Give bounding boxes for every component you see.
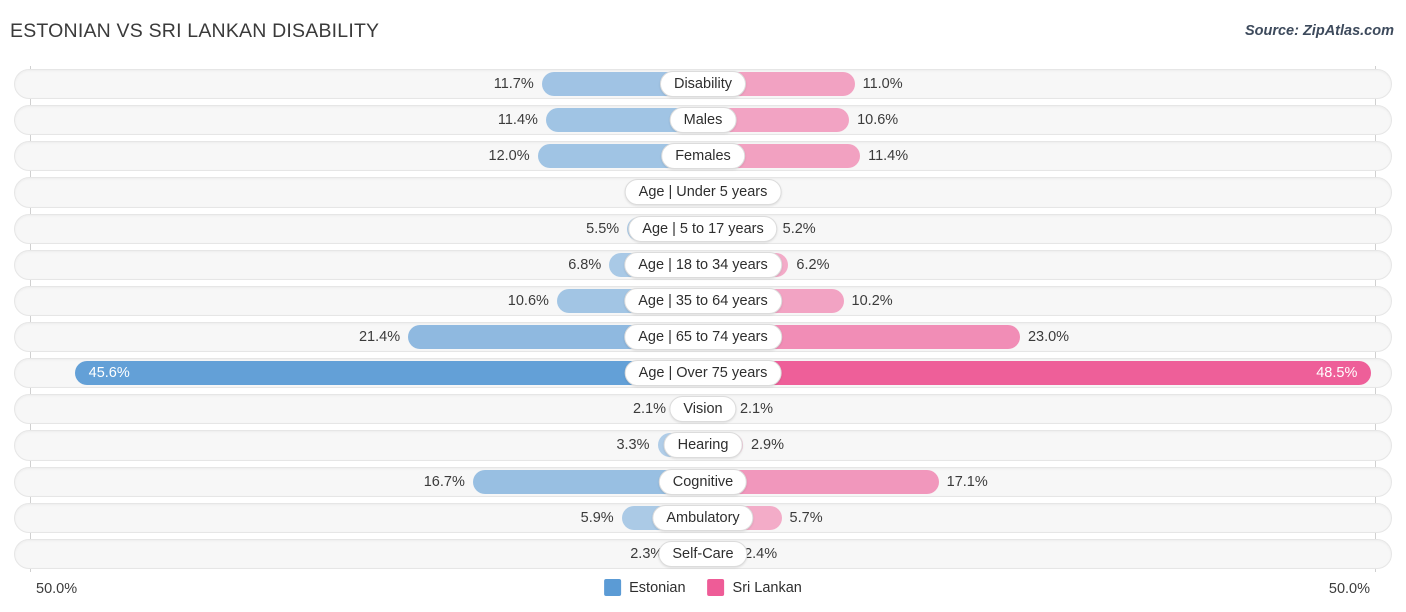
row-category-label: Age | 5 to 17 years: [628, 215, 778, 242]
diverging-bar-chart: 11.7% 11.0% Disability 11.4% 10.6% Males 12.0%…: [14, 66, 1392, 572]
value-label-sri-lankan: 11.0%: [862, 76, 903, 92]
chart-row: 1.5% 1.1%Age | Under 5 years: [14, 174, 1392, 210]
bar-estonian: [74, 361, 703, 386]
legend-swatch-icon: [604, 579, 622, 596]
chart-legend: Estonian Sri Lankan: [604, 579, 802, 596]
value-label-estonian: 16.7%: [423, 473, 465, 490]
bar-sri-lankan: [703, 361, 1372, 386]
chart-row: 11.4% 10.6% Males: [14, 102, 1392, 138]
value-label-sri-lankan: 5.2%: [782, 220, 816, 237]
legend-label: Estonian: [629, 579, 686, 596]
row-category-label: Age | 65 to 74 years: [624, 323, 782, 350]
value-label-sri-lankan: 11.4%: [868, 148, 909, 165]
chart-row: 6.8% 6.2% Age | 18 to 34 years: [14, 247, 1392, 283]
page-title: ESTONIAN VS SRI LANKAN DISABILITY: [10, 20, 380, 42]
source-attribution: Source: ZipAtlas.com: [1244, 23, 1394, 39]
row-category-label: Age | Over 75 years: [624, 360, 782, 387]
chart-row: 10.6% 10.2% Age | 35 to 64 years: [14, 283, 1392, 319]
row-category-label: Age | Under 5 years: [624, 179, 782, 206]
chart-row: 5.5% 5.2% Age | 5 to 17 years: [14, 211, 1392, 247]
value-label-estonian: 11.4%: [497, 112, 538, 129]
legend-label: Sri Lankan: [732, 579, 802, 596]
value-label-sri-lankan: 2.4%: [744, 545, 778, 562]
value-label-sri-lankan: 23.0%: [1027, 328, 1070, 345]
chart-row: 12.0% 11.4% Females: [14, 138, 1392, 174]
legend-item[interactable]: Estonian: [604, 579, 686, 596]
value-label-estonian: 6.8%: [568, 256, 602, 273]
value-label-sri-lankan: 2.1%: [739, 401, 773, 418]
row-category-label: Males: [669, 107, 737, 134]
value-label-estonian: 10.6%: [507, 292, 549, 309]
row-category-label: Cognitive: [658, 468, 748, 495]
value-label-estonian: 2.1%: [632, 401, 667, 418]
value-label-estonian: 5.9%: [580, 509, 614, 526]
chart-row: 5.9% 5.7% Ambulatory: [14, 500, 1392, 536]
chart-header: ESTONIAN VS SRI LANKAN DISABILITY Source…: [0, 0, 1406, 60]
chart-page: ESTONIAN VS SRI LANKAN DISABILITY Source…: [0, 0, 1406, 612]
axis-label-left: 50.0%: [36, 581, 78, 597]
chart-footer: 50.0% 50.0% Estonian Sri Lankan: [0, 574, 1406, 612]
chart-row: 3.3% 2.9% Hearing: [14, 427, 1392, 463]
row-category-label: Hearing: [663, 432, 743, 459]
chart-row: 16.7% 17.1% Cognitive: [14, 464, 1392, 500]
row-category-label: Age | 35 to 64 years: [624, 287, 782, 314]
value-label-sri-lankan: 48.5%: [1316, 365, 1358, 382]
row-category-label: Age | 18 to 34 years: [624, 251, 782, 278]
legend-item[interactable]: Sri Lankan: [707, 579, 802, 596]
value-label-estonian: 2.3%: [630, 545, 664, 562]
chart-row: 2.1% 2.1% Vision: [14, 391, 1392, 427]
axis-label-right: 50.0%: [1328, 581, 1370, 597]
chart-row: 11.7% 11.0% Disability: [14, 66, 1392, 102]
value-label-estonian: 1.5%: [14, 174, 674, 210]
value-label-sri-lankan: 17.1%: [946, 473, 988, 490]
value-label-sri-lankan: 1.1%: [726, 174, 1392, 210]
value-label-sri-lankan: 10.2%: [851, 292, 893, 309]
value-label-sri-lankan: 5.7%: [789, 509, 823, 526]
row-category-label: Ambulatory: [652, 504, 754, 531]
chart-row: 21.4% 23.0% Age | 65 to 74 years: [14, 319, 1392, 355]
chart-rows: 11.7% 11.0% Disability 11.4% 10.6% Males 12.0%…: [14, 66, 1392, 572]
row-category-label: Vision: [669, 396, 737, 423]
row-category-label: Self-Care: [658, 540, 748, 567]
chart-row: 2.3% 2.4% Self-Care: [14, 536, 1392, 572]
value-label-estonian: 12.0%: [488, 148, 530, 165]
chart-row: 45.6% 48.5% Age | Over 75 years: [14, 355, 1392, 391]
value-label-sri-lankan: 6.2%: [796, 256, 830, 273]
legend-swatch-icon: [707, 579, 725, 596]
value-label-estonian: 5.5%: [586, 220, 620, 237]
value-label-estonian: 21.4%: [358, 328, 401, 345]
row-category-label: Disability: [659, 71, 747, 97]
row-category-label: Females: [661, 143, 745, 170]
value-label-sri-lankan: 10.6%: [857, 112, 899, 129]
value-label-estonian: 45.6%: [88, 365, 130, 382]
value-label-estonian: 11.7%: [493, 76, 534, 92]
value-label-sri-lankan: 2.9%: [750, 437, 785, 454]
value-label-estonian: 3.3%: [616, 437, 650, 454]
